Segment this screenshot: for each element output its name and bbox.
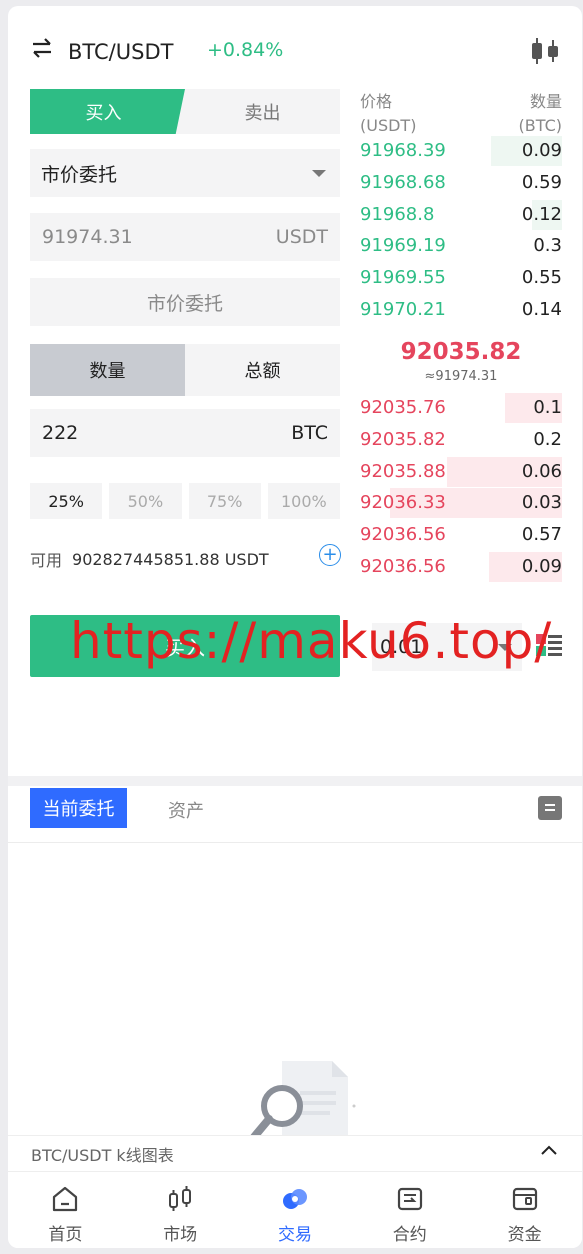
ask-price: 92036.56 [360, 524, 446, 546]
nav-trade-label: 交易 [277, 1225, 312, 1245]
buy-tab[interactable]: 买入 [30, 89, 185, 134]
divider [8, 842, 582, 843]
section-divider [8, 776, 582, 786]
ask-price: 92036.56 [360, 556, 446, 577]
bid-quantity: 0.59 [521, 171, 562, 193]
ask-price: 92036.33 [360, 492, 446, 514]
sell-tab[interactable]: 卖出 [185, 89, 340, 134]
last-price: 92035.82 [400, 339, 522, 365]
contract-icon [397, 1187, 422, 1211]
bid-price: 91968.8 [360, 203, 435, 225]
market-icon [169, 1186, 192, 1211]
last-price-reference: ≈91974.31 [424, 369, 498, 384]
swap-icon[interactable] [30, 36, 54, 60]
available-balance: 可用 902827445851.88 USDT [30, 547, 269, 571]
bid-price: 91969.19 [360, 235, 446, 257]
quantity-value: 222 [42, 422, 79, 444]
percent-100-button[interactable]: 100% [267, 483, 340, 519]
bid-row[interactable]: 91969.55 0.55 [360, 263, 562, 293]
ask-price: 92035.82 [360, 428, 446, 450]
bid-quantity: 0.12 [521, 203, 562, 225]
ask-quantity: 0.57 [521, 524, 562, 546]
nav-market[interactable]: 市场 [123, 1172, 238, 1248]
percent-50-button[interactable]: 50% [109, 483, 182, 519]
caret-down-icon [312, 170, 326, 177]
nav-home-label: 首页 [48, 1225, 83, 1245]
ask-price: 92035.76 [360, 397, 446, 418]
ask-row[interactable]: 92035.82 0.2 [360, 425, 562, 455]
candlestick-icon[interactable] [528, 36, 562, 66]
ask-quantity: 0.03 [521, 492, 562, 514]
trade-icon [282, 1189, 307, 1209]
bid-price: 91969.55 [360, 267, 446, 289]
tab-assets[interactable]: 资产 [168, 797, 204, 823]
bid-price: 91970.21 [360, 299, 446, 320]
nav-contract[interactable]: 合约 [352, 1172, 467, 1248]
ask-price: 92035.88 [360, 460, 446, 482]
bid-row[interactable]: 91968.68 0.59 [360, 168, 562, 198]
available-label: 可用 [30, 551, 63, 570]
bid-row[interactable]: 91968.39 0.09 [360, 136, 562, 166]
bottom-nav: 首页 市场 交易 合约 资金 [8, 1171, 582, 1248]
buy-sell-tabs: 买入 卖出 [30, 89, 340, 134]
percent-25-button[interactable]: 25% [30, 483, 103, 519]
ask-row[interactable]: 92036.33 0.03 [360, 488, 562, 519]
bid-quantity: 0.55 [521, 267, 562, 289]
order-type-select[interactable]: 市价委托 [30, 149, 340, 197]
price-unit: USDT [275, 226, 328, 248]
tab-current-orders[interactable]: 当前委托 [30, 788, 127, 828]
ask-row[interactable]: 92035.76 0.1 [360, 393, 562, 423]
price-header-unit: (USDT) [360, 116, 417, 135]
bid-row[interactable]: 91970.21 0.14 [360, 295, 562, 325]
price-value: 91974.31 [42, 226, 133, 248]
bid-price: 91968.39 [360, 140, 446, 161]
watermark-url: https://maku6.top/ [70, 612, 553, 670]
home-icon [53, 1186, 78, 1212]
ask-row[interactable]: 92036.56 0.57 [360, 520, 562, 550]
order-type-value: 市价委托 [41, 163, 118, 186]
amount-mode-tabs: 数量 总额 [30, 344, 340, 396]
quantity-unit: BTC [291, 422, 328, 444]
order-history-icon[interactable] [538, 796, 562, 820]
ask-quantity: 0.09 [521, 556, 562, 577]
nav-contract-label: 合约 [392, 1225, 427, 1245]
app-frame: BTC/USDT +0.84% 买入 卖出 市价委托 91974.31 USDT… [8, 6, 582, 1248]
kline-toggle-label[interactable]: BTC/USDT k线图表 [31, 1142, 174, 1166]
pair-title[interactable]: BTC/USDT [68, 40, 173, 64]
qty-header: 数量 [529, 92, 562, 111]
nav-wallet-label: 资金 [507, 1225, 542, 1245]
ask-quantity: 0.2 [533, 428, 562, 450]
price-field[interactable]: 91974.31 USDT [30, 213, 340, 261]
percent-75-button[interactable]: 75% [188, 483, 261, 519]
nav-market-label: 市场 [163, 1225, 198, 1245]
bid-quantity: 0.14 [521, 299, 562, 320]
available-value: 902827445851.88 USDT [72, 549, 269, 569]
chevron-up-icon[interactable] [540, 1142, 558, 1160]
percent-buttons: 25% 50% 75% 100% [30, 483, 340, 519]
qty-header-unit: (BTC) [518, 116, 562, 135]
bid-row[interactable]: 91968.8 0.12 [360, 199, 562, 230]
mode-total-tab[interactable]: 总额 [185, 344, 340, 396]
market-price-field: 市价委托 [30, 278, 340, 326]
bid-row[interactable]: 91969.19 0.3 [360, 231, 562, 261]
price-header: 价格 [360, 92, 393, 111]
ask-row[interactable]: 92036.56 0.09 [360, 552, 562, 582]
quantity-input[interactable]: 222 BTC [30, 409, 340, 457]
bid-quantity: 0.09 [521, 140, 562, 161]
wallet-icon [512, 1187, 537, 1211]
ask-row[interactable]: 92035.88 0.06 [360, 456, 562, 487]
bid-price: 91968.68 [360, 171, 446, 193]
nav-wallet[interactable]: 资金 [467, 1172, 582, 1248]
ask-quantity: 0.1 [533, 397, 562, 418]
nav-trade[interactable]: 交易 [238, 1172, 353, 1248]
price-change: +0.84% [207, 39, 284, 61]
bid-quantity: 0.3 [533, 235, 562, 257]
mode-quantity-tab[interactable]: 数量 [30, 344, 185, 396]
nav-home[interactable]: 首页 [8, 1172, 123, 1248]
add-funds-icon[interactable]: + [319, 544, 341, 566]
ask-quantity: 0.06 [521, 460, 562, 482]
